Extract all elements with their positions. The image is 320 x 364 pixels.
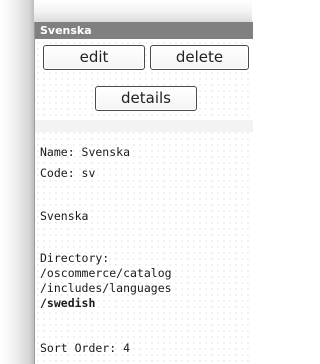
edit-button[interactable]: edit: [43, 45, 145, 70]
separator: [35, 120, 253, 132]
top-shadow: [34, 0, 252, 22]
details-button[interactable]: details: [95, 86, 197, 111]
panel-title: Svenska: [35, 22, 253, 39]
name-field: Name: Svenska: [40, 145, 131, 159]
sort-order-field: Sort Order: 4: [40, 341, 131, 355]
code-field: Code: sv: [40, 166, 96, 180]
language-info-panel: Svenska edit delete details Name: Svensk…: [34, 22, 253, 364]
directory-path-line-1: /oscommerce/catalog: [40, 266, 172, 280]
display-name: Svenska: [40, 209, 89, 223]
left-shadow: [0, 0, 34, 364]
directory-path-line-3: /swedish: [40, 296, 96, 310]
directory-path-line-2: /includes/languages: [40, 281, 172, 295]
directory-label: Directory:: [40, 251, 110, 265]
delete-button[interactable]: delete: [150, 45, 249, 70]
